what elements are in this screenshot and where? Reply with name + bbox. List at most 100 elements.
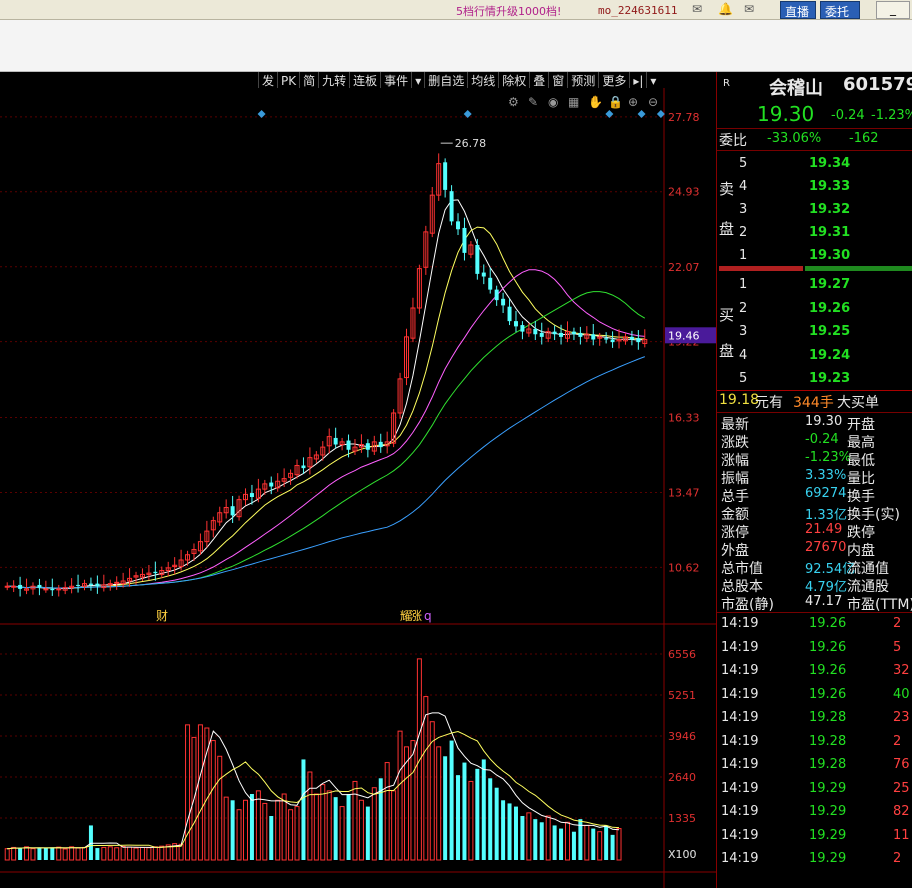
tick-price: 19.29 — [809, 827, 847, 843]
grid-icon[interactable]: ▦ — [568, 95, 579, 109]
event-marker-label: 涨 — [410, 608, 422, 623]
candle-down — [37, 584, 42, 588]
event-marker-label: 财 — [156, 609, 168, 623]
volume-tick-label: 5251 — [668, 689, 696, 702]
candle-down — [571, 331, 576, 335]
upgrade-promo-link[interactable]: 5档行情升级1000档! — [456, 3, 561, 19]
tick-volume: 32 — [893, 663, 910, 678]
buy-level-price: 19.24 — [809, 347, 851, 363]
tick-volume: 76 — [893, 757, 910, 772]
buy-level-index: 4 — [739, 347, 748, 363]
username[interactable]: mo_224631611 — [598, 4, 677, 17]
hand-icon[interactable]: ✋ — [588, 95, 603, 109]
volume-bar-down — [462, 762, 467, 860]
buy-level-index: 2 — [739, 300, 748, 316]
candle-up — [11, 585, 17, 588]
volume-bar-down — [539, 822, 544, 860]
divider — [717, 390, 912, 391]
lock-icon[interactable]: 🔒 — [608, 95, 623, 109]
tick-price: 19.26 — [809, 663, 847, 678]
volume-bar-down — [449, 740, 454, 860]
tick-volume: 40 — [893, 686, 910, 702]
quote-value: 21.49 — [805, 522, 843, 537]
candle-down — [629, 336, 634, 340]
quote-label: 流通股 — [847, 579, 889, 595]
sell-level-index: 3 — [739, 202, 748, 217]
stock-name: 会稽山 — [769, 78, 823, 99]
quote-label: 外盘 — [721, 543, 749, 559]
volume-bar-down — [269, 816, 274, 860]
sell-level-price: 19.30 — [809, 248, 851, 263]
quote-value: 1.33亿 — [805, 508, 847, 523]
tick-volume: 23 — [893, 710, 910, 725]
volume-bar-down — [501, 800, 506, 860]
tick-time: 14:19 — [721, 804, 759, 819]
big-order-type: 大买单 — [837, 395, 879, 411]
quote-label: 市盈(TTM) — [847, 597, 912, 613]
bell-icon[interactable]: 🔔 — [718, 2, 733, 16]
sell-level-index: 1 — [739, 248, 748, 263]
divider — [717, 412, 912, 413]
settings-icon[interactable]: ⚙ — [508, 95, 519, 109]
candle-down — [462, 227, 467, 253]
quote-label: 市盈(静) — [721, 597, 774, 613]
price-change: -0.24 — [831, 108, 865, 123]
candle-up — [114, 581, 120, 584]
tick-volume: 2 — [893, 616, 902, 631]
kline-chart[interactable]: 27.7824.9322.0719.2216.3313.4710.62 6556… — [0, 88, 716, 888]
price-tick-label: 22.07 — [668, 261, 700, 274]
volume-bar-down — [494, 787, 499, 860]
volume-bar-down — [365, 806, 370, 860]
pencil-icon[interactable]: ✎ — [528, 95, 538, 109]
candle-down — [346, 440, 351, 450]
sell-side-label: 盘 — [719, 220, 735, 238]
candle-down — [501, 298, 506, 306]
zoom-out-icon[interactable]: ⊖ — [648, 95, 658, 109]
candle-down — [456, 221, 461, 230]
tick-volume: 5 — [893, 639, 902, 655]
high-marker-label: 26.78 — [455, 137, 487, 150]
minimize-button[interactable]: _ — [876, 1, 910, 19]
quote-label: 跌停 — [847, 525, 875, 541]
mail-icon[interactable]: ✉ — [692, 2, 702, 16]
tick-price: 19.26 — [809, 616, 847, 631]
tick-volume: 25 — [893, 780, 910, 796]
message-icon[interactable]: ✉ — [744, 2, 754, 16]
candle-down — [610, 339, 615, 343]
stock-code: 601579 — [843, 74, 912, 95]
volume-bar-down — [301, 759, 306, 860]
candle-down — [552, 331, 557, 335]
tick-price: 19.29 — [809, 780, 847, 796]
tick-price: 19.29 — [809, 851, 847, 866]
volume-tick-label: 1335 — [668, 812, 696, 825]
chart-grid — [0, 88, 716, 888]
volume-bar-down — [604, 825, 609, 860]
quote-label: 总手 — [721, 489, 749, 505]
candle-down — [18, 584, 23, 589]
eye-icon[interactable]: ◉ — [548, 95, 558, 109]
volume-bar-down — [88, 825, 93, 860]
volume-bar-down — [230, 800, 235, 860]
live-button[interactable]: 直播 — [780, 1, 816, 19]
sell-level-index: 4 — [739, 179, 748, 194]
volume-bar-down — [95, 848, 100, 860]
volume-bar-down — [488, 778, 493, 860]
tick-time: 14:19 — [721, 757, 759, 772]
quote-label: 最高 — [847, 435, 875, 451]
volume-bar-down — [18, 848, 23, 860]
tick-time: 14:19 — [721, 780, 759, 796]
zoom-in-icon[interactable]: ⊕ — [628, 95, 638, 109]
volume-bar-down — [481, 759, 486, 860]
tick-volume: 2 — [893, 733, 902, 749]
tick-time: 14:19 — [721, 616, 759, 631]
quote-label: 振幅 — [721, 471, 749, 487]
tick-price: 19.26 — [809, 686, 847, 702]
buy-level-index: 3 — [739, 324, 748, 339]
candle-down — [539, 332, 544, 337]
order-button[interactable]: 委托 — [820, 1, 860, 19]
price-tick-label: 13.47 — [668, 487, 700, 500]
tick-time: 14:19 — [721, 710, 759, 725]
candle-up — [43, 588, 49, 591]
tick-time: 14:19 — [721, 733, 759, 749]
buy-level-price: 19.23 — [809, 371, 851, 386]
